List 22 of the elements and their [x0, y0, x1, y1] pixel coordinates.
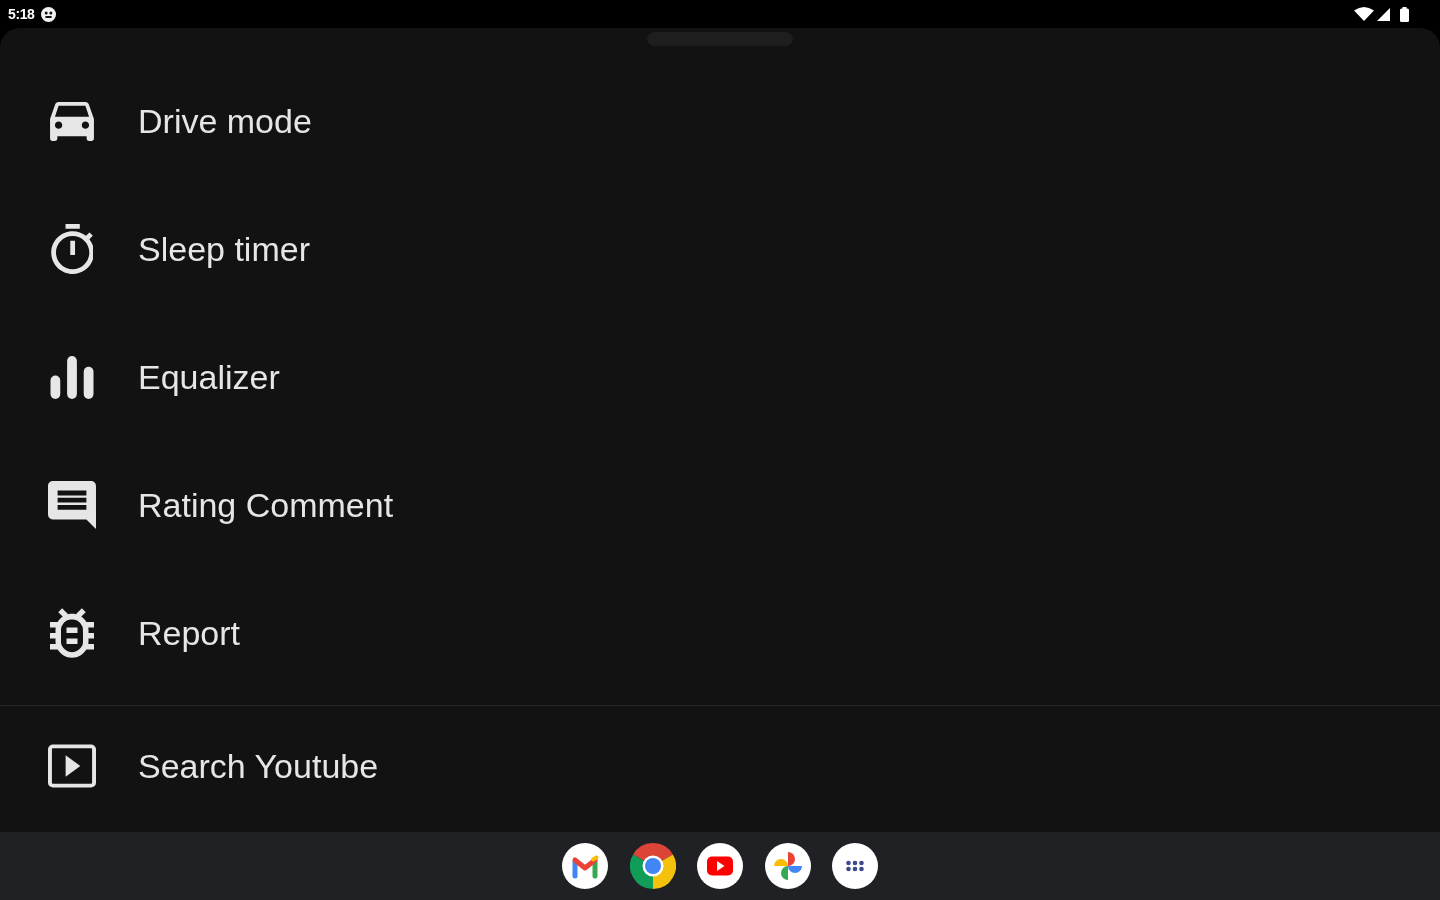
equalizer-icon: [50, 355, 94, 399]
menu-item[interactable]: Equalizer: [0, 313, 1440, 441]
m-logo-icon[interactable]: [562, 843, 608, 889]
menu-item[interactable]: Drive mode: [0, 57, 1440, 185]
timer-icon: [51, 224, 93, 274]
pinwheel-icon[interactable]: [764, 843, 811, 889]
play-logo-icon[interactable]: [697, 843, 743, 889]
comment-icon: [48, 481, 96, 529]
menu-item[interactable]: Sleep timer: [0, 185, 1440, 313]
signal-icon: [1377, 7, 1390, 21]
car-icon: [50, 101, 94, 141]
wifi-icon: [1354, 7, 1374, 21]
clock: 5:18: [8, 6, 35, 22]
app-grid-icon[interactable]: [832, 843, 878, 889]
battery-icon: [1400, 6, 1409, 22]
ring-logo-icon[interactable]: [629, 843, 676, 889]
menu-item[interactable]: Report: [0, 569, 1440, 697]
video-play-icon: [48, 744, 96, 788]
menu-item[interactable]: Rating Comment: [0, 441, 1440, 569]
round-badge-icon: [41, 6, 57, 22]
menu-item[interactable]: Search Youtube: [0, 706, 1440, 826]
bug-icon: [50, 608, 94, 658]
